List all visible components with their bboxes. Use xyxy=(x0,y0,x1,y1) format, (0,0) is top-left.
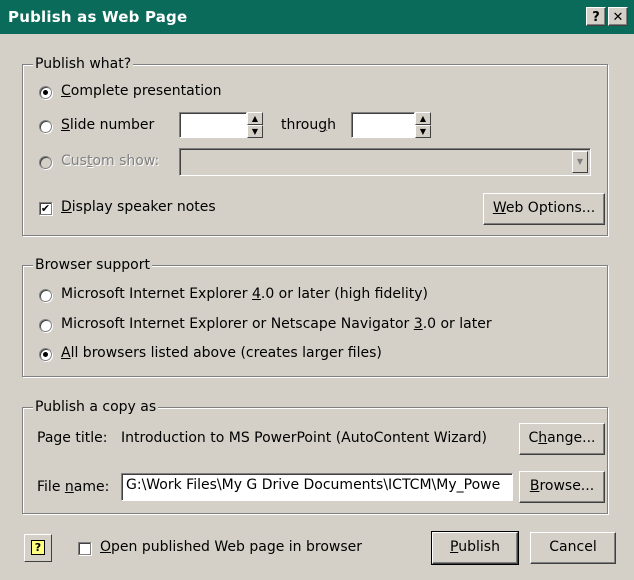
question-mark-icon: ? xyxy=(592,10,600,25)
office-assistant-button[interactable]: ? xyxy=(24,534,52,562)
spin-down-icon[interactable]: ▼ xyxy=(247,125,263,138)
display-notes-checkbox[interactable]: ✔ xyxy=(39,202,52,215)
slide-to-spinner[interactable]: ▲ ▼ xyxy=(415,112,431,138)
change-button[interactable]: Change... xyxy=(519,423,605,455)
ie3-radio[interactable] xyxy=(39,319,52,332)
publish-what-legend: Publish what? xyxy=(33,56,134,72)
spin-up-icon[interactable]: ▲ xyxy=(247,112,263,125)
web-options-button[interactable]: Web Options... xyxy=(483,193,605,225)
file-name-label: File name: xyxy=(37,479,110,495)
browse-button[interactable]: Browse... xyxy=(519,471,605,503)
custom-show-radio xyxy=(39,156,52,169)
publish-copy-legend: Publish a copy as xyxy=(33,399,159,415)
custom-show-label: Custom show: xyxy=(61,153,160,169)
slide-to-input[interactable] xyxy=(351,112,415,138)
spin-down-icon[interactable]: ▼ xyxy=(415,125,431,138)
slide-from-spinner[interactable]: ▲ ▼ xyxy=(247,112,263,138)
publish-copy-group: Publish a copy as Page title: Introducti… xyxy=(22,399,608,514)
page-title-label: Page title: xyxy=(37,430,108,446)
open-in-browser-checkbox[interactable] xyxy=(78,542,91,555)
slide-number-label[interactable]: Slide number xyxy=(61,117,154,133)
all-browsers-radio[interactable] xyxy=(39,348,52,361)
chevron-down-icon: ▼ xyxy=(572,151,588,173)
display-notes-label[interactable]: Display speaker notes xyxy=(61,199,216,215)
through-label: through xyxy=(281,117,337,133)
complete-presentation-radio[interactable] xyxy=(39,86,52,99)
slide-number-radio[interactable] xyxy=(39,120,52,133)
close-button[interactable]: ✕ xyxy=(608,7,628,26)
ie4-label[interactable]: Microsoft Internet Explorer 4.0 or later… xyxy=(61,286,428,302)
ie4-radio[interactable] xyxy=(39,289,52,302)
help-button[interactable]: ? xyxy=(586,7,606,26)
close-icon: ✕ xyxy=(612,10,624,25)
publish-what-group: Publish what? Complete presentation Slid… xyxy=(22,56,608,236)
custom-show-dropdown: ▼ xyxy=(179,148,591,176)
publish-button[interactable]: Publish xyxy=(431,531,519,565)
all-browsers-label[interactable]: All browsers listed above (creates large… xyxy=(61,345,382,361)
open-in-browser-label[interactable]: Open published Web page in browser xyxy=(100,539,362,555)
ie3-label[interactable]: Microsoft Internet Explorer or Netscape … xyxy=(61,316,492,332)
slide-from-input[interactable] xyxy=(179,112,247,138)
file-name-input[interactable]: G:\Work Files\My G Drive Documents\ICTCM… xyxy=(121,473,513,501)
spin-up-icon[interactable]: ▲ xyxy=(415,112,431,125)
complete-presentation-label[interactable]: Complete presentation xyxy=(61,83,222,99)
window-title: Publish as Web Page xyxy=(8,8,188,26)
title-bar: Publish as Web Page ? ✕ xyxy=(0,0,634,34)
cancel-button[interactable]: Cancel xyxy=(530,532,616,564)
browser-support-legend: Browser support xyxy=(33,257,152,273)
browser-support-group: Browser support Microsoft Internet Explo… xyxy=(22,257,608,377)
help-icon: ? xyxy=(31,540,45,555)
page-title-value: Introduction to MS PowerPoint (AutoConte… xyxy=(121,430,487,446)
